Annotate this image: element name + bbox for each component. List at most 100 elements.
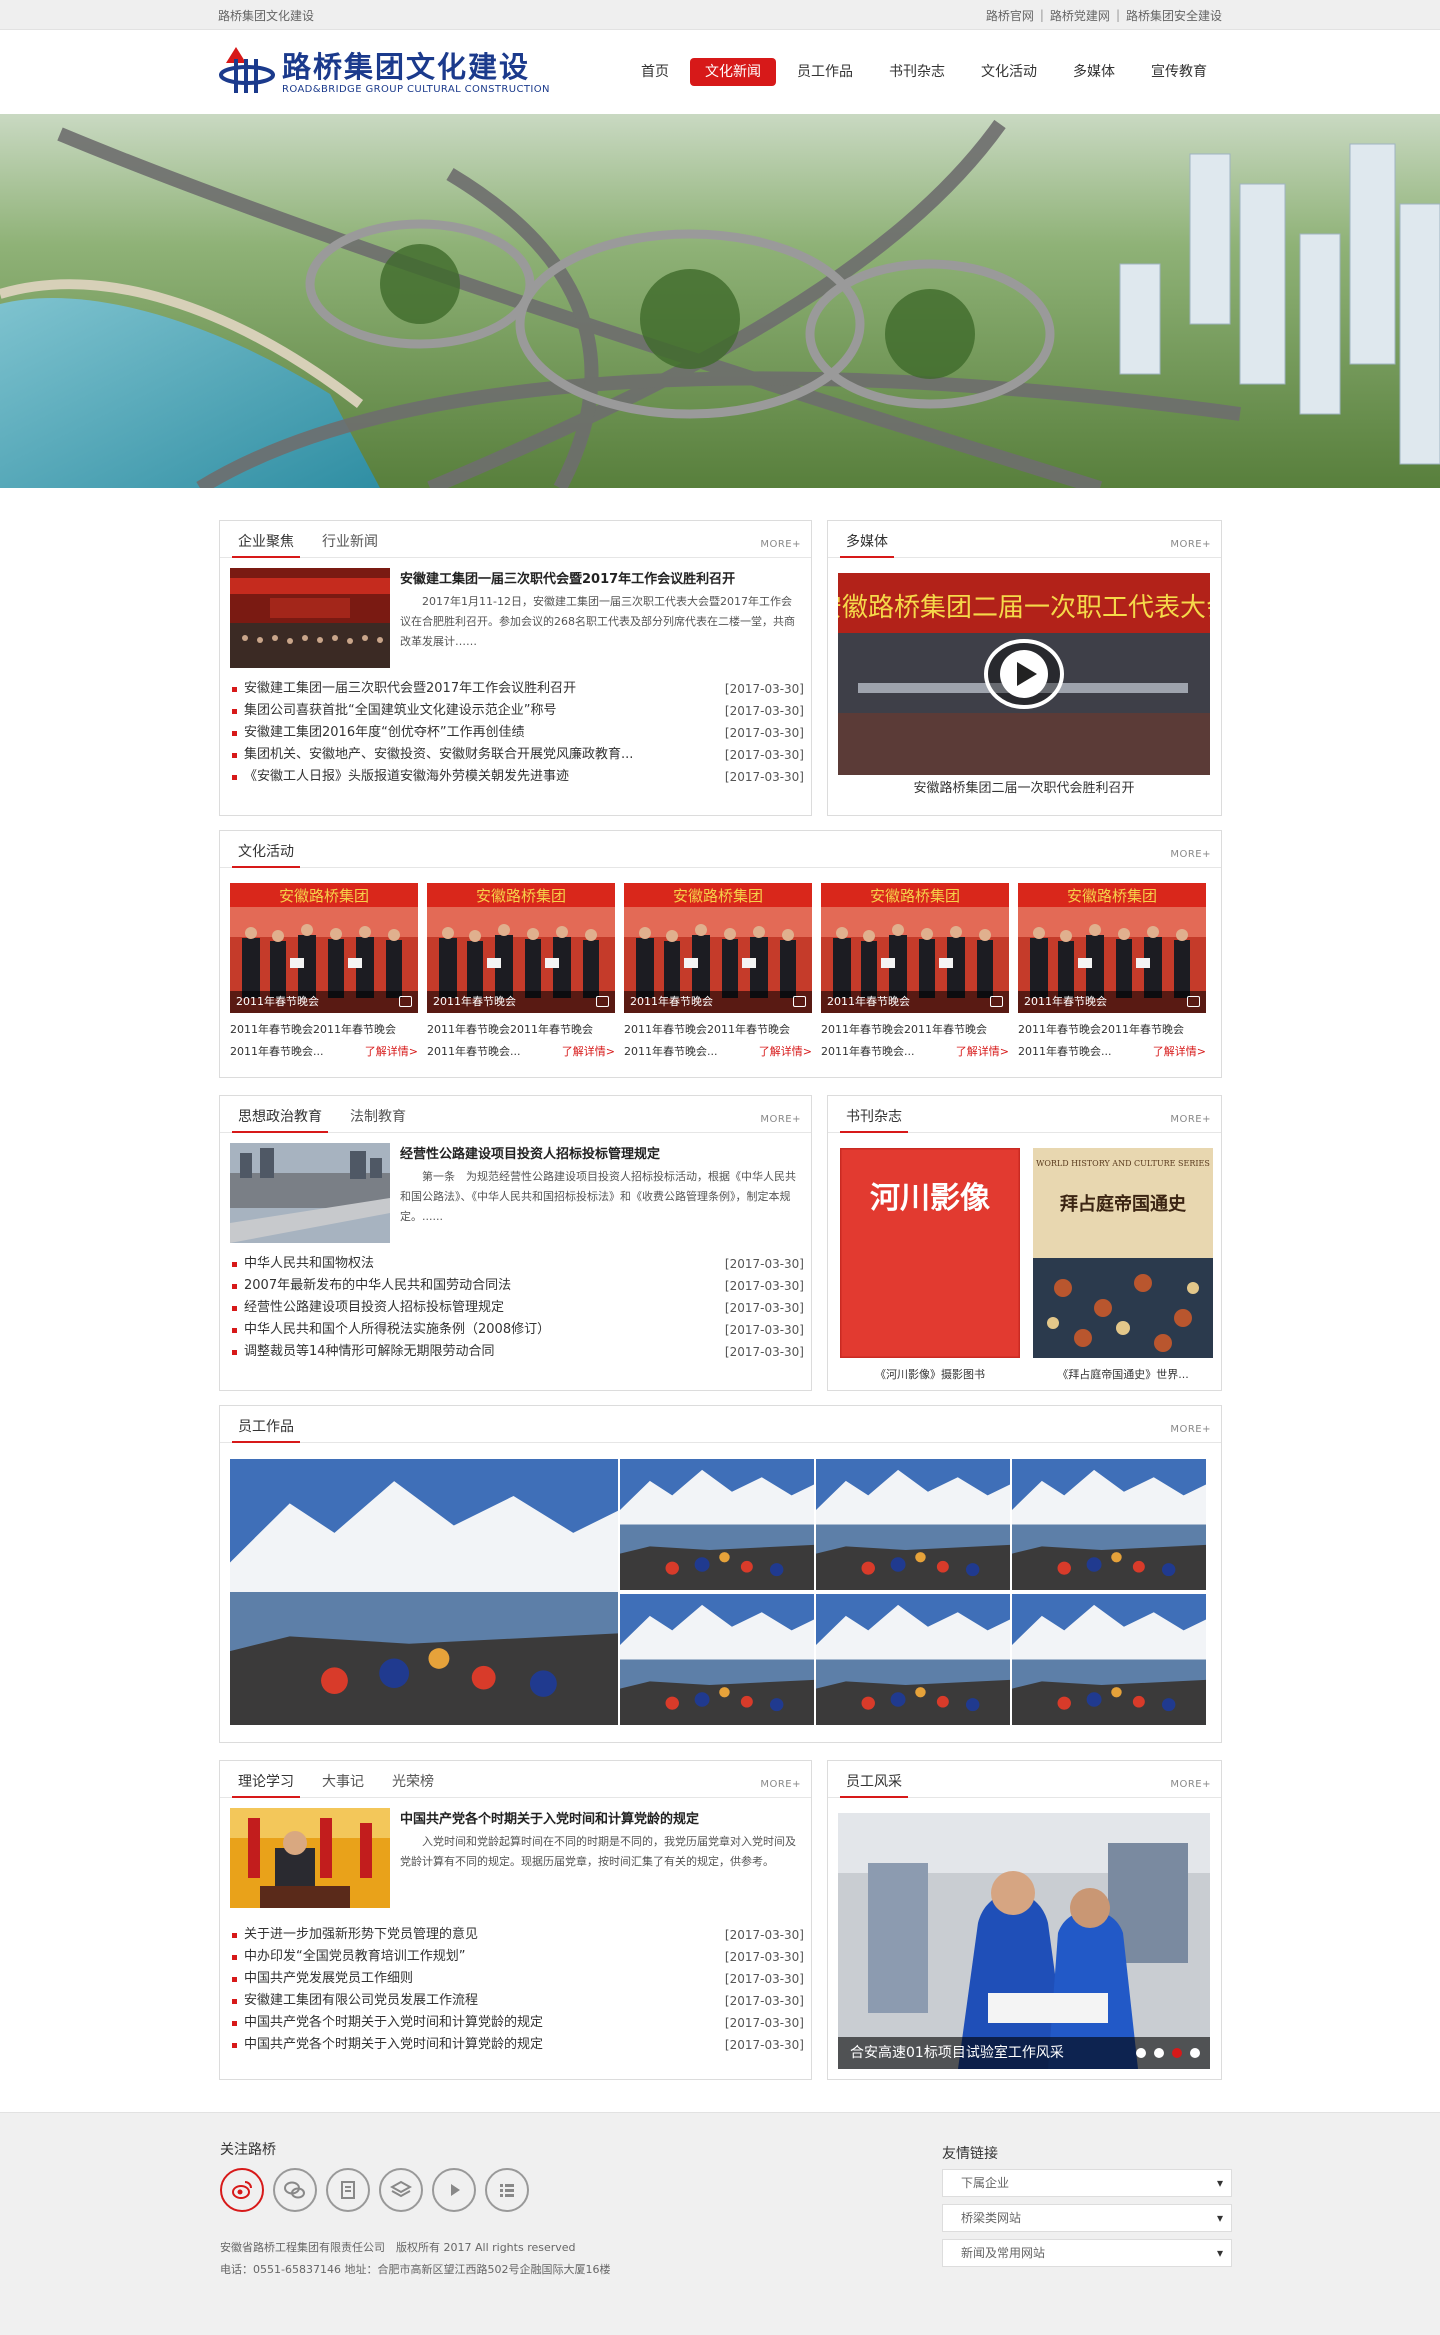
list-icon[interactable] xyxy=(485,2168,529,2212)
slide-caption: 合安高速01标项目试验室工作风采 xyxy=(850,2045,1064,2061)
tab-honor-roll[interactable]: 光荣榜 xyxy=(386,1771,440,1797)
list-item[interactable]: 关于进一步加强新形势下党员管理的意见 [2017-03-30] xyxy=(232,1924,804,1946)
tab-political-education[interactable]: 思想政治教育 xyxy=(232,1106,328,1133)
nav-books[interactable]: 书刊杂志 xyxy=(874,58,960,86)
theory-feature[interactable]: 中国共产党各个时期关于入党时间和计算党龄的规定 入党时间和党龄起算时间在不同的时… xyxy=(230,1808,802,1908)
activity-card[interactable]: 安徽路桥集团 2011年春节晚会 2011年春节晚会2011年春节晚会 2011年春节… xyxy=(427,883,615,1063)
news-feature-title[interactable]: 安徽建工集团一届三次职代会暨2017年工作会议胜利召开 xyxy=(400,568,735,587)
book-caption[interactable]: 《拜占庭帝国通史》世界... xyxy=(1033,1366,1213,1382)
education-feature-image[interactable] xyxy=(230,1143,390,1243)
activity-photo[interactable]: 安徽路桥集团 2011年春节晚会 xyxy=(230,883,418,1013)
book-cover[interactable]: WORLD HISTORY AND CULTURE SERIES 拜占庭帝国通史 xyxy=(1033,1148,1213,1358)
tab-events[interactable]: 大事记 xyxy=(316,1771,370,1797)
activity-detail-link[interactable]: 了解详情> xyxy=(1153,1041,1206,1063)
tab-industry-news[interactable]: 行业新闻 xyxy=(316,531,384,557)
nav-staff-works[interactable]: 员工作品 xyxy=(782,58,868,86)
book-item[interactable]: 河川影像 《河川影像》摄影图书 xyxy=(840,1148,1020,1382)
slide-dot[interactable] xyxy=(1190,2048,1200,2058)
activity-photo[interactable]: 安徽路桥集团 2011年春节晚会 xyxy=(427,883,615,1013)
news-feature-image[interactable] xyxy=(230,568,390,668)
work-photo-large[interactable] xyxy=(230,1459,618,1725)
play-icon[interactable] xyxy=(984,639,1064,709)
staff-slideshow[interactable]: 合安高速01标项目试验室工作风采 xyxy=(838,1813,1210,2069)
activity-detail-link[interactable]: 了解详情> xyxy=(365,1041,418,1063)
work-photo-thumb[interactable] xyxy=(620,1594,814,1725)
activity-photo[interactable]: 安徽路桥集团 2011年春节晚会 xyxy=(624,883,812,1013)
work-photo-thumb[interactable] xyxy=(620,1459,814,1590)
list-item[interactable]: 中国共产党发展党员工作细则 [2017-03-30] xyxy=(232,1968,804,1990)
activity-card[interactable]: 安徽路桥集团 2011年春节晚会 2011年春节晚会2011年春节晚会 2011年春节… xyxy=(1018,883,1206,1063)
wechat-icon[interactable] xyxy=(273,2168,317,2212)
education-feature[interactable]: 经营性公路建设项目投资人招标投标管理规定 第一条 为规范经营性公路建设项目投资人… xyxy=(230,1143,802,1243)
work-photo-thumb[interactable] xyxy=(816,1459,1010,1590)
education-feature-title[interactable]: 经营性公路建设项目投资人招标投标管理规定 xyxy=(400,1143,660,1162)
list-item[interactable]: 2007年最新发布的中华人民共和国劳动合同法 [2017-03-30] xyxy=(232,1275,804,1297)
news-feature[interactable]: 安徽建工集团一届三次职代会暨2017年工作会议胜利召开 2017年1月11-12… xyxy=(230,568,802,668)
activity-card[interactable]: 安徽路桥集团 2011年春节晚会 2011年春节晚会2011年春节晚会 2011年春节… xyxy=(821,883,1009,1063)
nav-education[interactable]: 宣传教育 xyxy=(1136,58,1222,86)
book-cover[interactable]: 河川影像 xyxy=(840,1148,1020,1358)
activities-more-link[interactable]: MORE+ xyxy=(1170,849,1211,860)
slide-dot[interactable] xyxy=(1154,2048,1164,2058)
tab-theory-study[interactable]: 理论学习 xyxy=(232,1771,300,1798)
list-item[interactable]: 安徽建工集团2016年度“创优夺杯”工作再创佳绩 [2017-03-30] xyxy=(232,722,804,744)
select-subsidiaries[interactable]: 下属企业 xyxy=(942,2169,1232,2197)
work-photo-thumb[interactable] xyxy=(1012,1459,1206,1590)
activity-photo[interactable]: 安徽路桥集团 2011年春节晚会 xyxy=(821,883,1009,1013)
layers-icon[interactable] xyxy=(379,2168,423,2212)
book-caption[interactable]: 《河川影像》摄影图书 xyxy=(840,1366,1020,1382)
list-item[interactable]: 调整裁员等14种情形可解除无期限劳动合同 [2017-03-30] xyxy=(232,1341,804,1363)
link-safety-site[interactable]: 路桥集团安全建设 xyxy=(1126,7,1222,24)
nav-culture-news[interactable]: 文化新闻 xyxy=(690,58,776,86)
activity-card[interactable]: 安徽路桥集团 2011年春节晚会 2011年春节晚会2011年春节晚会 2011年春节… xyxy=(230,883,418,1063)
list-item[interactable]: 安徽建工集团一届三次职代会暨2017年工作会议胜利召开 [2017-03-30] xyxy=(232,678,804,700)
activity-title: 2011年春节晚会2011年春节晚会 xyxy=(1018,1023,1184,1036)
nav-multimedia[interactable]: 多媒体 xyxy=(1058,58,1130,86)
list-item[interactable]: 中国共产党各个时期关于入党时间和计算党龄的规定 [2017-03-30] xyxy=(232,2012,804,2034)
video-thumbnail[interactable]: 安徽路桥集团二届一次职工代表大会 xyxy=(838,573,1210,775)
activity-photo-label: 2011年春节晚会 xyxy=(236,995,319,1008)
list-item[interactable]: 中办印发“全国党员教育培训工作规划” [2017-03-30] xyxy=(232,1946,804,1968)
nav-activities[interactable]: 文化活动 xyxy=(966,58,1052,86)
weibo-icon[interactable] xyxy=(220,2168,264,2212)
activity-card[interactable]: 安徽路桥集团 2011年春节晚会 2011年春节晚会2011年春节晚会 2011年春节… xyxy=(624,883,812,1063)
tab-legal-education[interactable]: 法制教育 xyxy=(344,1106,412,1132)
list-item[interactable]: 《安徽工人日报》头版报道安徽海外劳模关朝发先进事迹 [2017-03-30] xyxy=(232,766,804,788)
theory-feature-title[interactable]: 中国共产党各个时期关于入党时间和计算党龄的规定 xyxy=(400,1808,699,1827)
list-item[interactable]: 中华人民共和国物权法 [2017-03-30] xyxy=(232,1253,804,1275)
theory-feature-image[interactable] xyxy=(230,1808,390,1908)
theory-box: 理论学习 大事记 光荣榜 MORE+ 中国共产党各个时期关于入党时间和计算党龄的… xyxy=(219,1760,812,2080)
play-circle-icon[interactable] xyxy=(432,2168,476,2212)
work-photo-thumb[interactable] xyxy=(1012,1594,1206,1725)
slide-dot[interactable] xyxy=(1136,2048,1146,2058)
books-more-link[interactable]: MORE+ xyxy=(1170,1114,1211,1125)
work-photo-thumb[interactable] xyxy=(816,1594,1010,1725)
select-bridge-sites[interactable]: 桥梁类网站 xyxy=(942,2204,1232,2232)
theory-more-link[interactable]: MORE+ xyxy=(760,1779,801,1790)
activity-detail-link[interactable]: 了解详情> xyxy=(562,1041,615,1063)
link-official-site[interactable]: 路桥官网 xyxy=(986,7,1034,24)
list-item[interactable]: 集团公司喜获首批“全国建筑业文化建设示范企业”称号 [2017-03-30] xyxy=(232,700,804,722)
tab-enterprise-focus[interactable]: 企业聚焦 xyxy=(232,531,300,558)
activity-detail-link[interactable]: 了解详情> xyxy=(759,1041,812,1063)
logo[interactable]: 路桥集团文化建设 ROAD&BRIDGE GROUP CULTURAL CONS… xyxy=(218,43,550,101)
activity-photo[interactable]: 安徽路桥集团 2011年春节晚会 xyxy=(1018,883,1206,1013)
slide-dot[interactable] xyxy=(1172,2048,1182,2058)
nav-home[interactable]: 首页 xyxy=(626,58,684,86)
list-item[interactable]: 中国共产党各个时期关于入党时间和计算党龄的规定 [2017-03-30] xyxy=(232,2034,804,2056)
education-more-link[interactable]: MORE+ xyxy=(760,1114,801,1125)
select-news-sites[interactable]: 新闻及常用网站 xyxy=(942,2239,1232,2267)
list-item[interactable]: 中华人民共和国个人所得税法实施条例（2008修订） [2017-03-30] xyxy=(232,1319,804,1341)
book-item[interactable]: WORLD HISTORY AND CULTURE SERIES 拜占庭帝国通史… xyxy=(1033,1148,1213,1382)
link-party-site[interactable]: 路桥党建网 xyxy=(1050,7,1110,24)
staff-style-more-link[interactable]: MORE+ xyxy=(1170,1779,1211,1790)
list-item[interactable]: 经营性公路建设项目投资人招标投标管理规定 [2017-03-30] xyxy=(232,1297,804,1319)
video-caption[interactable]: 安徽路桥集团二届一次职代会胜利召开 xyxy=(838,777,1210,796)
multimedia-more-link[interactable]: MORE+ xyxy=(1170,539,1211,550)
document-icon[interactable] xyxy=(326,2168,370,2212)
works-more-link[interactable]: MORE+ xyxy=(1170,1424,1211,1435)
activity-detail-link[interactable]: 了解详情> xyxy=(956,1041,1009,1063)
list-item[interactable]: 安徽建工集团有限公司党员发展工作流程 [2017-03-30] xyxy=(232,1990,804,2012)
list-item[interactable]: 集团机关、安徽地产、安徽投资、安徽财务联合开展党风廉政教育... [2017-03… xyxy=(232,744,804,766)
news-more-link[interactable]: MORE+ xyxy=(760,539,801,550)
